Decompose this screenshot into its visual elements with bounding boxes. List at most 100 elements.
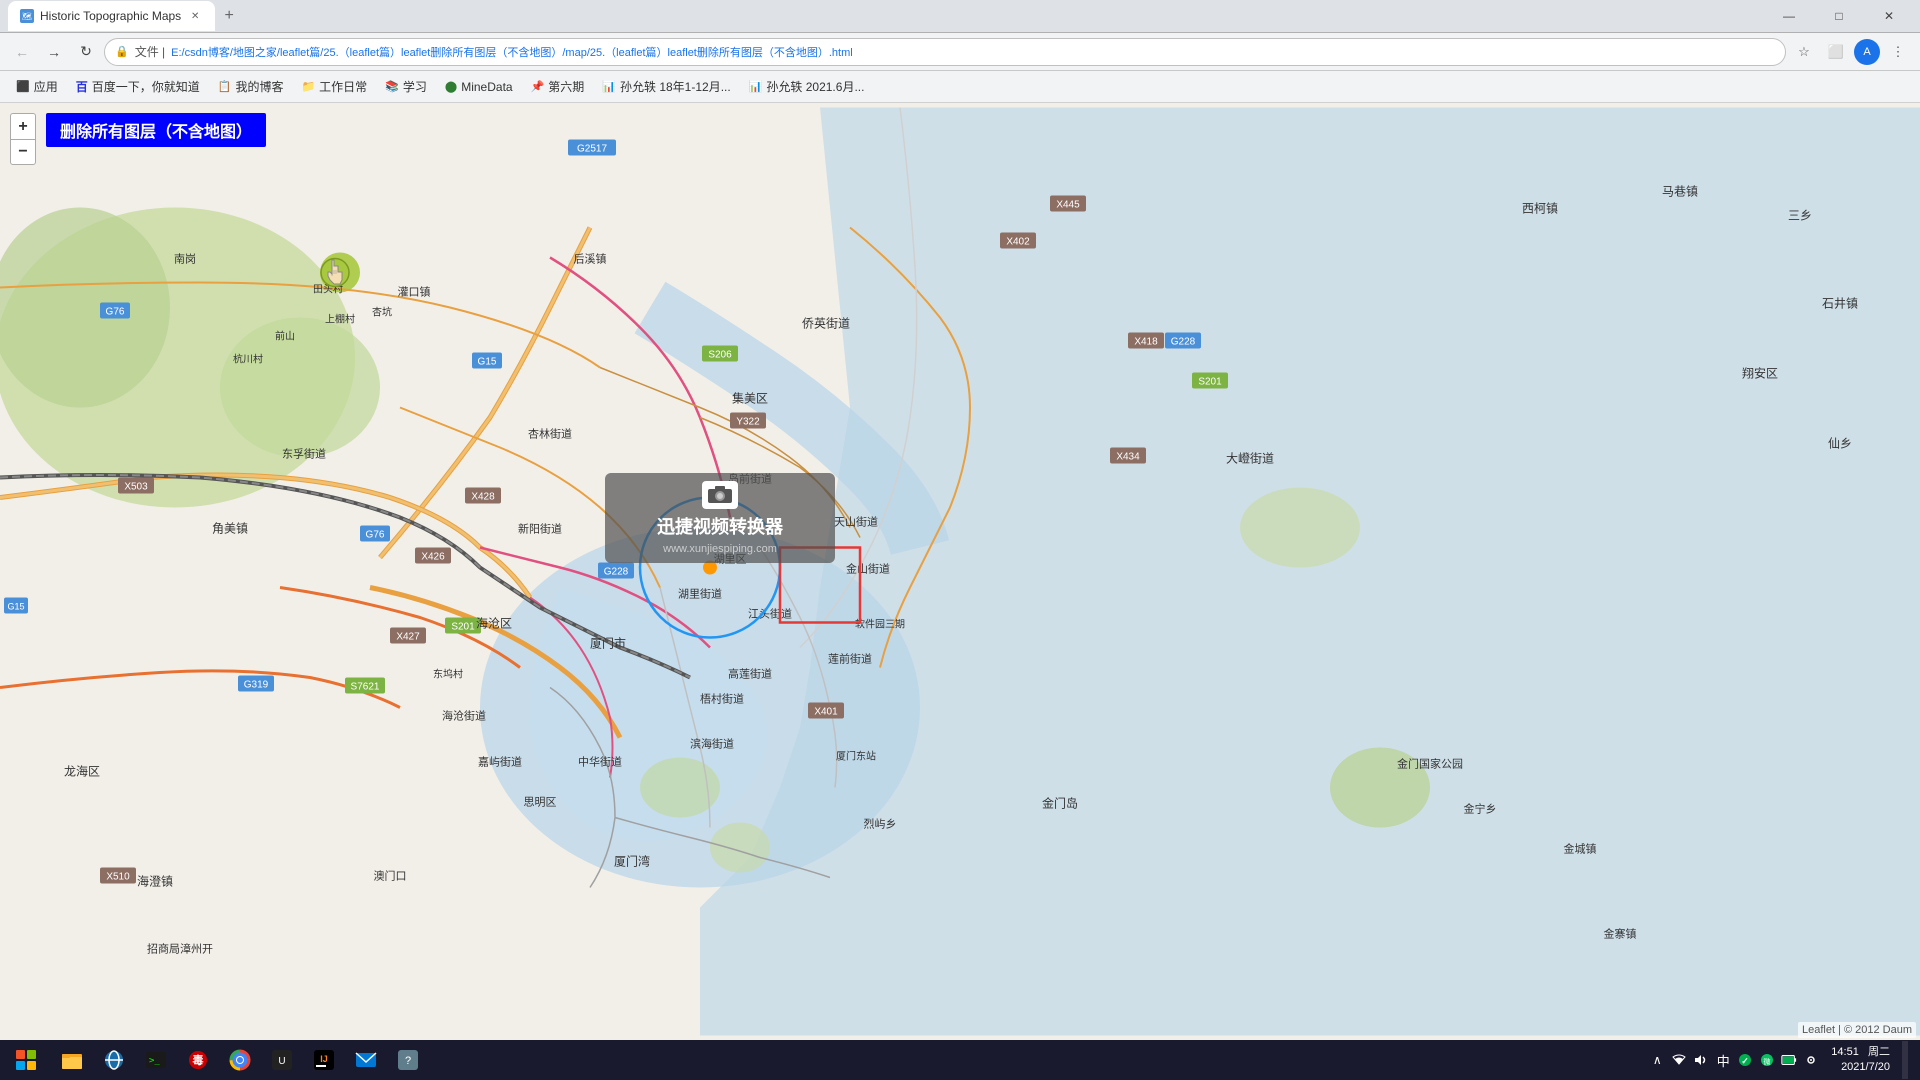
tab-favicon: 🗺: [20, 9, 34, 23]
wechat-icon[interactable]: 微: [1759, 1052, 1775, 1068]
svg-text:角美镇: 角美镇: [212, 522, 248, 536]
svg-text:新阳街道: 新阳街道: [518, 522, 562, 536]
svg-text:杭川村: 杭川村: [233, 353, 263, 366]
volume-icon[interactable]: [1693, 1052, 1709, 1068]
bookmark-sun1[interactable]: 📊 孙允轶 18年1-12月...: [594, 74, 738, 99]
svg-text:梧村街道: 梧村街道: [700, 692, 744, 706]
svg-text:G76: G76: [106, 307, 125, 318]
bookmark-blog[interactable]: 📋 我的博客: [210, 74, 292, 99]
bookmark-sun1-label: 孙允轶 18年1-12月...: [620, 78, 731, 95]
bookmark-study[interactable]: 📚 学习: [377, 74, 435, 99]
svg-text:✓: ✓: [1742, 1056, 1750, 1066]
svg-text:S201: S201: [451, 622, 475, 633]
bookmark-sixth[interactable]: 📌 第六期: [523, 74, 593, 99]
title-bar: 🗺 Historic Topographic Maps ✕ + — □ ✕: [0, 0, 1920, 33]
svg-text:厦门东站: 厦门东站: [836, 750, 876, 763]
zoom-out-button[interactable]: −: [10, 139, 36, 165]
star-button[interactable]: ☆: [1790, 38, 1818, 66]
svg-text:烈屿乡: 烈屿乡: [864, 817, 897, 831]
baidu-icon: 百: [76, 78, 88, 95]
svg-text:海澄镇: 海澄镇: [137, 874, 173, 889]
minimize-button[interactable]: —: [1766, 0, 1812, 33]
taskbar-right: ∧ 中: [1649, 1041, 1916, 1079]
tab-bar: 🗺 Historic Topographic Maps ✕ +: [8, 1, 1766, 31]
svg-text:G15: G15: [7, 602, 24, 612]
svg-text:侨英街道: 侨英街道: [802, 317, 850, 331]
taskbar-app-explorer[interactable]: [52, 1041, 92, 1079]
input-method-cn-icon[interactable]: 中: [1715, 1052, 1731, 1068]
bookmark-work[interactable]: 📁 工作日常: [293, 74, 375, 99]
svg-text:招商局漳州开: 招商局漳州开: [147, 942, 213, 956]
svg-text:滨海街道: 滨海街道: [690, 737, 734, 751]
svg-text:后溪镇: 后溪镇: [574, 252, 607, 266]
bookmark-baidu-label: 百度一下，你就知道: [92, 78, 200, 95]
close-button[interactable]: ✕: [1866, 0, 1912, 33]
zoom-in-button[interactable]: +: [10, 113, 36, 139]
new-tab-button[interactable]: +: [215, 2, 243, 30]
extensions-button[interactable]: ⬜: [1822, 38, 1850, 66]
bookmark-sun2[interactable]: 📊 孙允轶 2021.6月...: [741, 74, 873, 99]
taskbar-app-ie[interactable]: [94, 1041, 134, 1079]
svg-text:高莲街道: 高莲街道: [728, 667, 772, 681]
svg-text:金宁乡: 金宁乡: [1464, 802, 1497, 816]
taskbar-time-display: 14:51 周二: [1831, 1045, 1890, 1060]
bookmark-minedata-label: MineData: [461, 80, 512, 94]
maximize-button[interactable]: □: [1816, 0, 1862, 33]
security-icon[interactable]: ✓: [1737, 1052, 1753, 1068]
tray-expand-icon[interactable]: ∧: [1649, 1052, 1665, 1068]
address-bar[interactable]: 🔒 文件 | E:/csdn博客/地图之家/leaflet篇/25.（leafl…: [104, 38, 1786, 66]
svg-text:前山: 前山: [275, 330, 295, 343]
svg-text:杏林街道: 杏林街道: [528, 427, 572, 441]
network-icon[interactable]: [1671, 1052, 1687, 1068]
taskbar-app-chrome[interactable]: [220, 1041, 260, 1079]
menu-button[interactable]: ⋮: [1884, 38, 1912, 66]
profile-button[interactable]: A: [1854, 39, 1880, 65]
taskbar-app-antivirus[interactable]: 毒: [178, 1041, 218, 1079]
back-button[interactable]: ←: [8, 38, 36, 66]
svg-text:西柯镇: 西柯镇: [1522, 202, 1558, 216]
lock-icon: 🔒: [115, 45, 129, 58]
svg-text:G228: G228: [604, 567, 629, 578]
battery-icon[interactable]: [1781, 1052, 1797, 1068]
delete-layers-button[interactable]: 删除所有图层（不含地图）: [46, 113, 266, 147]
taskbar-app-terminal[interactable]: >_: [136, 1041, 176, 1079]
taskbar-app-unknown[interactable]: ?: [388, 1041, 428, 1079]
svg-text:Y322: Y322: [736, 417, 760, 428]
map-attribution: Leaflet | © 2012 Daum: [1798, 1022, 1916, 1038]
refresh-button[interactable]: ↻: [72, 38, 100, 66]
bookmark-study-label: 学习: [403, 78, 427, 95]
watermark-overlay: 迅捷视频转换器 www.xunjiespiping.com: [605, 473, 835, 563]
minedata-icon: ⬤: [445, 80, 457, 93]
svg-text:上棚村: 上棚村: [325, 313, 355, 326]
start-button[interactable]: [4, 1040, 48, 1080]
show-desktop-button[interactable]: [1902, 1041, 1908, 1079]
bookmark-baidu[interactable]: 百 百度一下，你就知道: [68, 74, 208, 99]
display-icon[interactable]: [1803, 1052, 1819, 1068]
taskbar-apps: >_ 毒: [52, 1041, 428, 1079]
forward-button[interactable]: →: [40, 38, 68, 66]
taskbar-clock[interactable]: 14:51 周二 2021/7/20: [1823, 1045, 1898, 1076]
camera-icon: [702, 481, 738, 509]
system-tray: ∧ 中: [1649, 1052, 1819, 1068]
svg-text:龙海区: 龙海区: [64, 764, 100, 779]
watermark-title: 迅捷视频转换器: [657, 513, 783, 539]
bookmark-apps-label: 应用: [34, 78, 58, 95]
svg-text:X445: X445: [1056, 200, 1080, 211]
tab-close-button[interactable]: ✕: [187, 8, 203, 24]
svg-text:湖里街道: 湖里街道: [678, 587, 722, 601]
svg-text:>_: >_: [149, 1056, 160, 1066]
active-tab[interactable]: 🗺 Historic Topographic Maps ✕: [8, 1, 215, 31]
svg-text:澳门口: 澳门口: [374, 869, 407, 883]
bookmark-apps[interactable]: ⬛ 应用: [8, 74, 66, 99]
map-area[interactable]: G2517 G76 G76 G15 S206 Y322 X445: [0, 103, 1920, 1040]
svg-text:G228: G228: [1171, 337, 1196, 348]
taskbar-app-idea[interactable]: IJ: [304, 1041, 344, 1079]
svg-text:海沧街道: 海沧街道: [442, 709, 486, 723]
svg-text:东孚街道: 东孚街道: [282, 447, 326, 461]
svg-text:微: 微: [1764, 1057, 1771, 1066]
taskbar-app-email[interactable]: [346, 1041, 386, 1079]
bookmark-minedata[interactable]: ⬤ MineData: [437, 76, 521, 98]
taskbar-app-unity[interactable]: U: [262, 1041, 302, 1079]
svg-text:南岗: 南岗: [174, 253, 196, 266]
sun2-icon: 📊: [749, 80, 763, 93]
